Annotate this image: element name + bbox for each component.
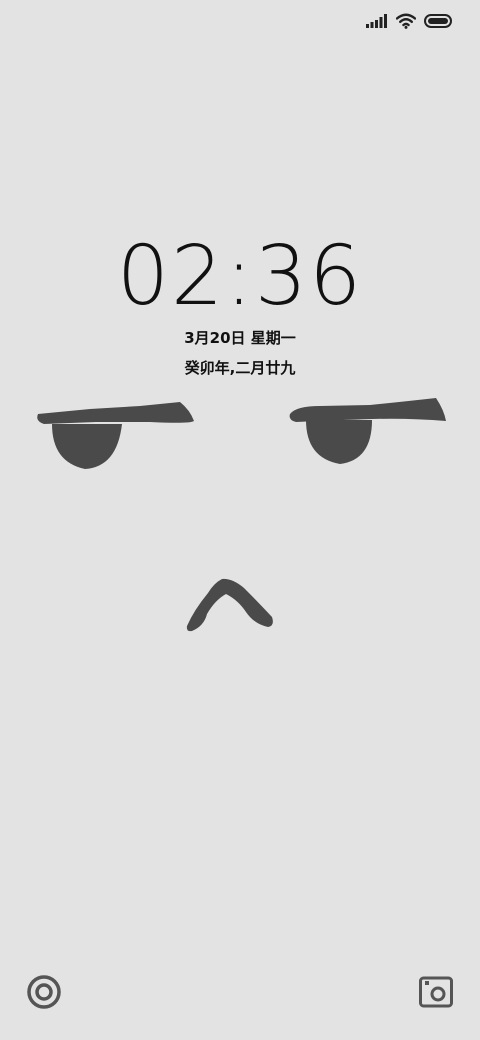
- status-icons: [366, 12, 452, 30]
- status-bar: [0, 0, 480, 40]
- left-eye-icon: [37, 402, 194, 469]
- camera-shortcut[interactable]: [416, 974, 456, 1014]
- wallpaper-face: [37, 398, 446, 632]
- voice-assistant-shortcut[interactable]: [24, 974, 64, 1014]
- right-eye-icon: [289, 398, 446, 464]
- date-text: 3月20日 星期一: [184, 329, 296, 347]
- signal-bars-icon: [366, 14, 388, 28]
- wifi-icon: [396, 13, 416, 29]
- battery-icon: [424, 14, 452, 28]
- clock-time: 02:36: [116, 229, 364, 324]
- voice-assistant-icon: [27, 975, 61, 1013]
- caret-mouth-icon: [186, 578, 273, 632]
- lunar-date-text: 癸卯年,二月廿九: [184, 359, 296, 377]
- camera-icon: [419, 976, 453, 1012]
